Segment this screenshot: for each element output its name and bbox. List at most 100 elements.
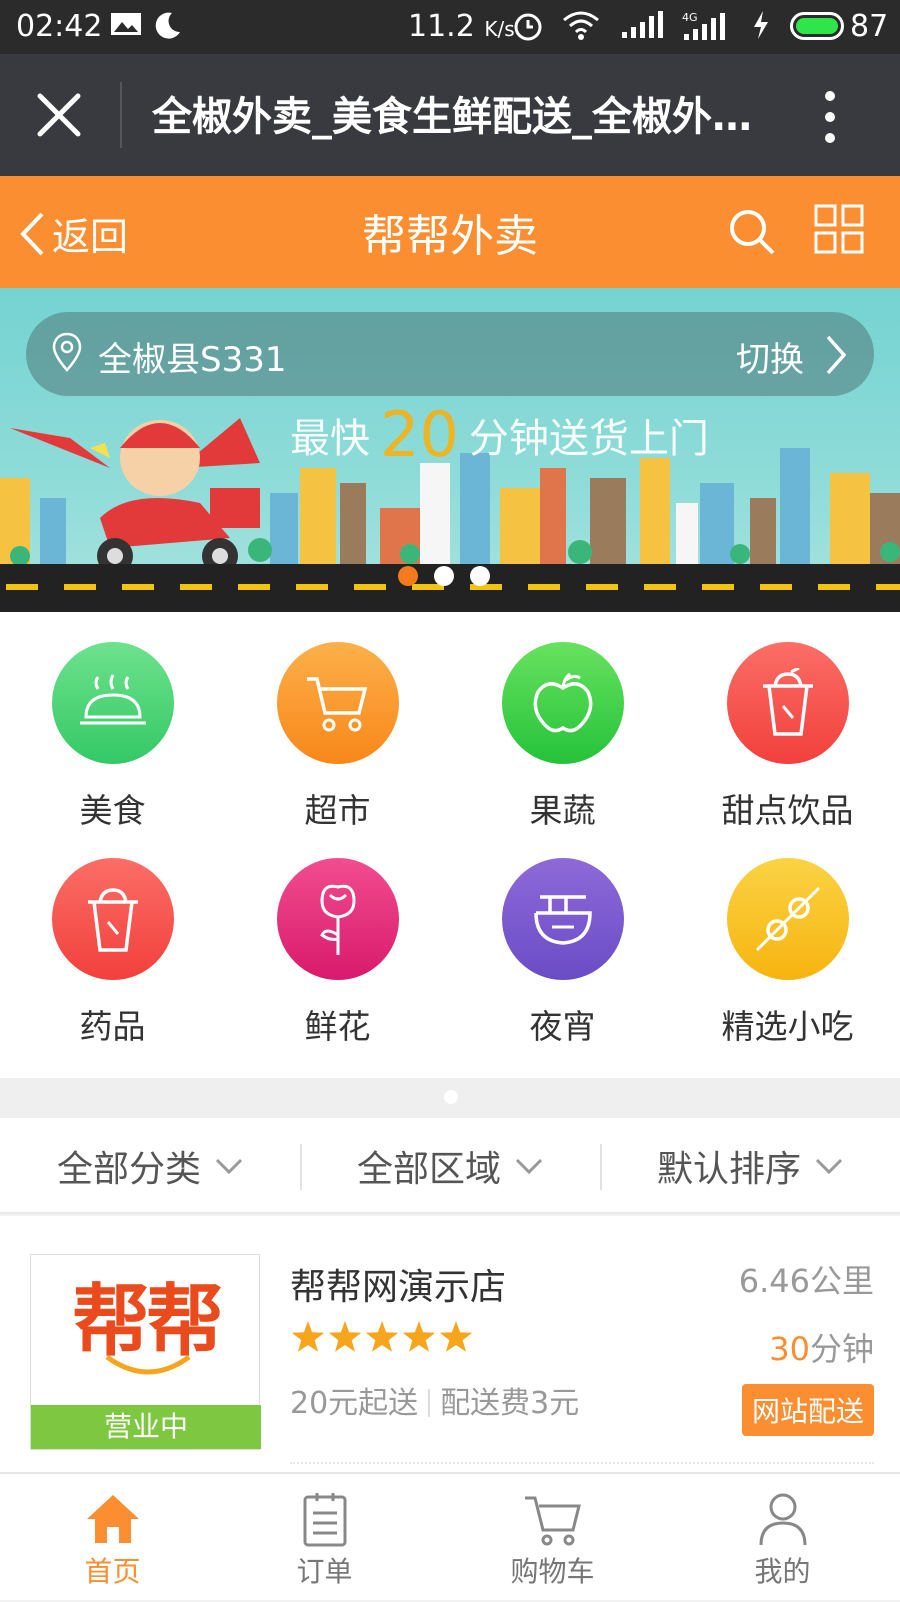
filter-category-dropdown[interactable]: 全部分类	[0, 1118, 300, 1214]
pager-dot[interactable]	[444, 1090, 458, 1104]
moon-icon	[152, 10, 182, 48]
gallery-icon	[110, 10, 142, 46]
road-dash	[876, 584, 900, 590]
star-icon	[402, 1321, 436, 1352]
store-card[interactable]: 帮帮 营业中 帮帮网演示店 20元起送 配送费3元 6.46公里 30分钟 网站配…	[0, 1216, 900, 1472]
divider	[120, 82, 122, 148]
chevron-down-icon	[815, 1158, 843, 1175]
min-order: 20元起送	[290, 1386, 419, 1421]
status-bar: 02:42 11.2 K/s 4G 87	[0, 0, 900, 54]
filter-bar: 全部分类 全部区域 默认排序	[0, 1118, 900, 1214]
road-dash	[296, 584, 328, 590]
road-dash	[586, 584, 618, 590]
tab-label: 订单	[296, 1555, 353, 1588]
delivery-type-badge: 网站配送	[741, 1384, 874, 1436]
category-dessert-drinks[interactable]: 甜点饮品	[675, 642, 900, 832]
store-name: 帮帮网演示店	[290, 1267, 507, 1308]
network-speed-unit: K/s	[484, 17, 515, 41]
category-late-night[interactable]: 夜宵	[450, 858, 675, 1048]
tab-label: 购物车	[510, 1555, 595, 1588]
chevron-down-icon	[215, 1158, 243, 1175]
user-icon	[759, 1493, 806, 1546]
category-label: 超市	[304, 791, 371, 830]
store-logo: 帮帮 营业中	[30, 1254, 261, 1450]
road-dash	[702, 584, 734, 590]
tab-profile[interactable]: 我的	[670, 1474, 895, 1602]
filter-area-dropdown[interactable]: 全部区域	[300, 1118, 600, 1214]
road-dash	[180, 584, 212, 590]
smile-icon	[105, 1354, 191, 1375]
category-pager	[0, 1078, 900, 1118]
cart-icon	[524, 1496, 581, 1546]
road-dash	[818, 584, 850, 590]
category-medicine[interactable]: 药品	[0, 858, 225, 1048]
location-bar[interactable]: 全椒县S331 切换	[26, 312, 874, 396]
delivery-fee: 配送费3元	[440, 1386, 580, 1421]
wifi-icon	[562, 10, 600, 48]
category-food[interactable]: 美食	[0, 642, 225, 832]
carousel-dot[interactable]	[470, 566, 490, 586]
category-label: 鲜花	[304, 1007, 371, 1046]
close-icon[interactable]	[36, 92, 82, 138]
road-dash	[122, 584, 154, 590]
category-label: 果蔬	[529, 791, 596, 830]
category-fruit-veg[interactable]: 果蔬	[450, 642, 675, 832]
star-icon	[291, 1321, 325, 1352]
battery-icon	[790, 12, 844, 40]
shopping-cart-icon	[276, 642, 399, 764]
category-label: 甜点饮品	[721, 791, 854, 830]
food-cloche-icon	[51, 642, 174, 764]
signal-4g-icon: 4G	[682, 10, 730, 50]
chevron-right-icon	[826, 335, 847, 375]
road-dash	[6, 584, 38, 590]
filter-label: 全部分类	[56, 1149, 201, 1190]
divider	[290, 1462, 874, 1464]
medicine-cup-icon	[51, 858, 174, 980]
category-snacks[interactable]: 精选小吃	[675, 858, 900, 1048]
road-dash	[238, 584, 270, 590]
filter-sort-dropdown[interactable]: 默认排序	[600, 1118, 900, 1214]
search-icon[interactable]	[728, 208, 776, 256]
signal-icon	[620, 10, 666, 48]
charging-icon	[752, 10, 770, 48]
location-pin-icon	[52, 332, 82, 372]
banner-slogan: 最快 20 分钟送货上门	[290, 398, 709, 471]
filter-label: 默认排序	[656, 1149, 801, 1190]
road-dash	[528, 584, 560, 590]
carousel-dot[interactable]	[434, 566, 454, 586]
noodle-bowl-icon	[501, 858, 624, 980]
alarm-icon	[512, 10, 544, 50]
home-icon	[86, 1495, 139, 1543]
star-icon	[365, 1321, 399, 1352]
tab-cart[interactable]: 购物车	[440, 1474, 665, 1602]
skewer-icon	[726, 858, 849, 980]
road-dash	[354, 584, 386, 590]
filter-label: 全部区域	[356, 1149, 501, 1190]
page-title: 全椒外卖_美食生鲜配送_全椒外卖网	[152, 94, 772, 140]
category-label: 美食	[79, 791, 146, 830]
category-label: 夜宵	[529, 1007, 596, 1046]
battery-level: 87	[850, 9, 889, 44]
category-flowers[interactable]: 鲜花	[225, 858, 450, 1048]
switch-location-button[interactable]: 切换	[736, 332, 804, 381]
svg-text:4G: 4G	[682, 11, 698, 24]
tab-orders[interactable]: 订单	[212, 1474, 437, 1602]
promo-banner[interactable]: 全椒县S331 切换 最快 20 分钟送货上门	[0, 288, 900, 612]
bottom-tabbar: 首页 订单 购物车 我的	[0, 1472, 900, 1600]
tab-home[interactable]: 首页	[0, 1474, 225, 1602]
delivery-time: 30分钟	[769, 1324, 874, 1370]
carousel-dot-active[interactable]	[398, 566, 418, 586]
store-meta: 20元起送 配送费3元	[290, 1378, 579, 1422]
category-label: 药品	[79, 1007, 146, 1046]
star-icon	[439, 1321, 473, 1352]
category-label: 精选小吃	[721, 1007, 854, 1046]
more-icon[interactable]	[824, 90, 836, 144]
chevron-down-icon	[515, 1158, 543, 1175]
status-time: 02:42	[16, 9, 103, 44]
order-icon	[303, 1493, 346, 1547]
road-dash	[64, 584, 96, 590]
app-header: 返回 帮帮外卖	[0, 176, 900, 288]
category-supermarket[interactable]: 超市	[225, 642, 450, 832]
grid-icon[interactable]	[814, 204, 864, 254]
delivery-time-unit: 分钟	[809, 1330, 874, 1368]
